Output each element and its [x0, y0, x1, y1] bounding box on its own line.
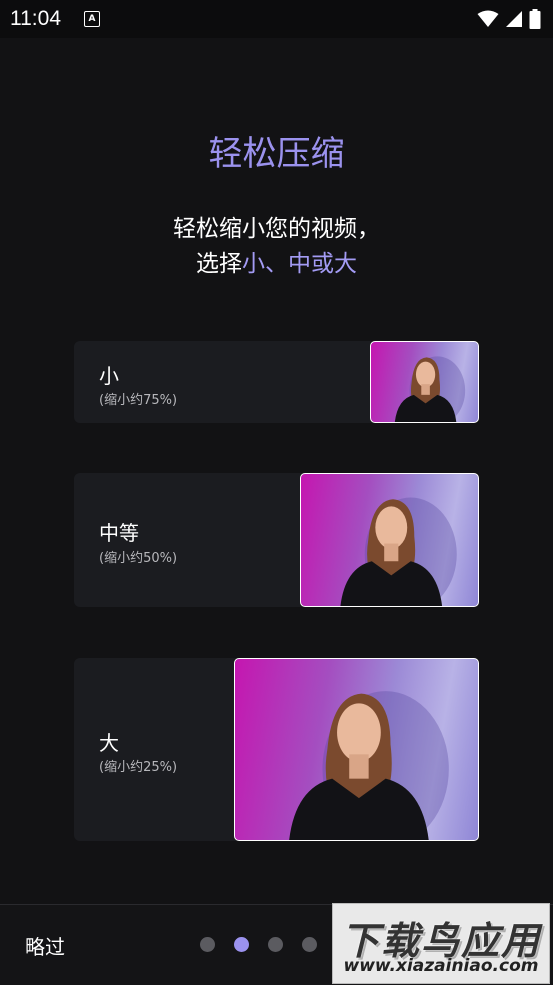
option-medium-card[interactable]: 中等 (缩小约50%) — [74, 473, 479, 607]
notification-icon: A — [84, 11, 100, 27]
option-label: 小 — [99, 364, 119, 388]
signal-icon — [506, 11, 522, 27]
option-reduction: (缩小约50%) — [99, 551, 178, 566]
option-label: 大 — [99, 731, 119, 755]
option-reduction: (缩小约25%) — [99, 760, 178, 775]
portrait-thumbnail-small — [370, 341, 479, 423]
page-title: 轻松压缩 — [208, 134, 345, 174]
subtitle-line-2: 选择小、中或大 — [0, 247, 553, 282]
subtitle-line-1: 轻松缩小您的视频， — [173, 216, 380, 242]
option-reduction: (缩小约75%) — [99, 393, 178, 408]
page-dot-active[interactable] — [234, 937, 249, 952]
page-subtitle: 轻松缩小您的视频， 选择小、中或大 — [0, 212, 553, 282]
page-dot[interactable] — [268, 937, 283, 952]
battery-icon — [529, 9, 541, 29]
subtitle-accent: 小、中或大 — [242, 251, 357, 277]
portrait-thumbnail-large — [234, 658, 479, 841]
status-time: 11:04 — [10, 7, 61, 30]
watermark-url: www.xiazainiao.com — [343, 956, 539, 976]
portrait-thumbnail-medium — [300, 473, 479, 607]
watermark-logo: 下载鸟应用 www.xiazainiao.com — [332, 903, 550, 984]
option-label: 中等 — [99, 521, 139, 545]
page-dot[interactable] — [200, 937, 215, 952]
page-indicator — [200, 937, 317, 952]
option-small-card[interactable]: 小 (缩小约75%) — [74, 341, 479, 423]
page-dot[interactable] — [302, 937, 317, 952]
subtitle-prefix: 选择 — [196, 251, 242, 277]
wifi-icon — [477, 10, 499, 27]
option-large-card[interactable]: 大 (缩小约25%) — [74, 658, 479, 841]
status-bar: 11:04 A — [0, 0, 553, 38]
skip-button[interactable]: 略过 — [25, 931, 65, 960]
